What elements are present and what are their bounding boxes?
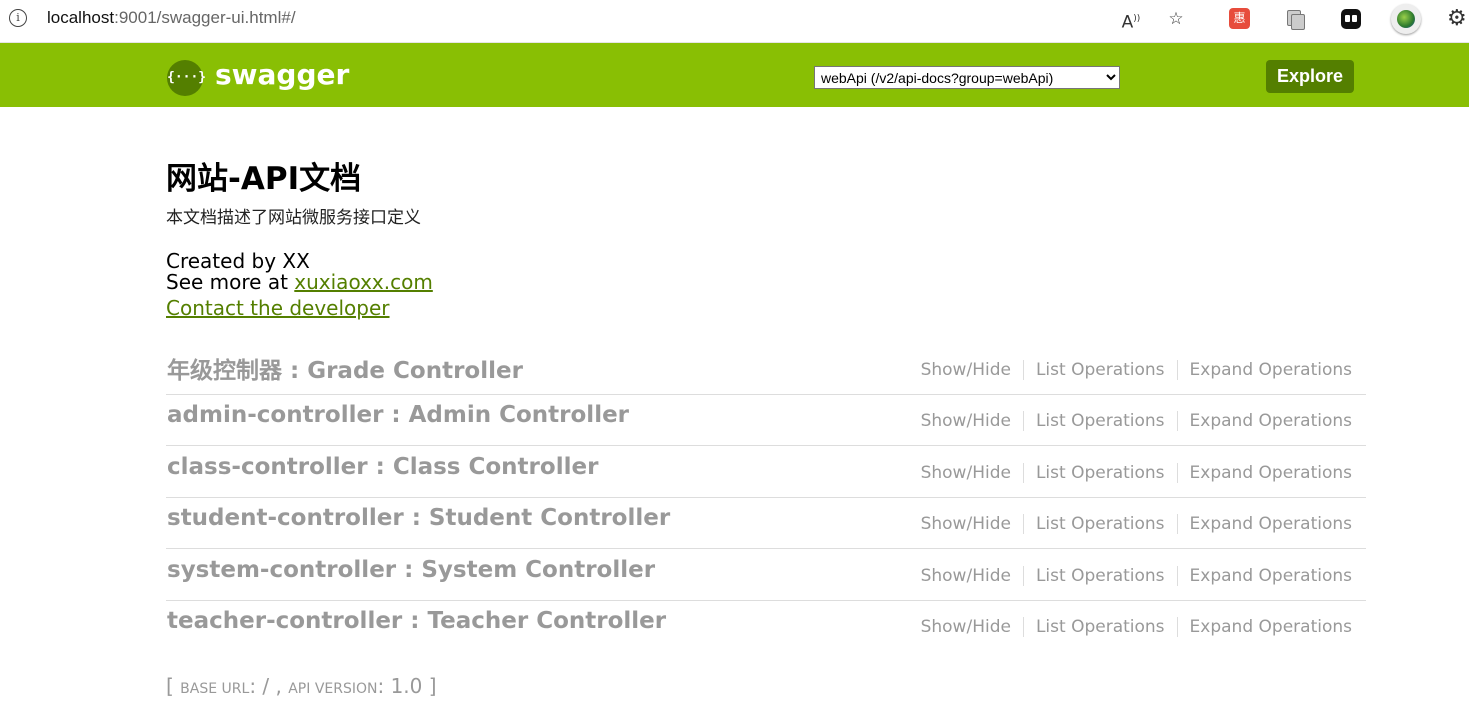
extension-dark-icon[interactable] <box>1341 9 1361 29</box>
swagger-header: {···} swagger webApi (/v2/api-docs?group… <box>0 43 1469 107</box>
resource-name[interactable]: 年级控制器 : Grade Controller <box>167 351 523 385</box>
resource-name[interactable]: teacher-controller : Teacher Controller <box>167 608 666 634</box>
resource-name[interactable]: admin-controller : Admin Controller <box>167 402 629 428</box>
swagger-logo-text[interactable]: swagger <box>215 58 349 91</box>
show-hide-link[interactable]: Show/Hide <box>909 463 1023 483</box>
api-version-label: API VERSION <box>288 681 378 697</box>
api-group-select[interactable]: webApi (/v2/api-docs?group=webApi) <box>814 66 1120 89</box>
expand-operations-link[interactable]: Expand Operations <box>1176 360 1352 380</box>
expand-operations-link[interactable]: Expand Operations <box>1176 566 1352 586</box>
show-hide-link[interactable]: Show/Hide <box>909 514 1023 534</box>
resource-teacher-controller: teacher-controller : Teacher Controller … <box>166 600 1366 651</box>
show-hide-link[interactable]: Show/Hide <box>909 617 1023 637</box>
expand-operations-link[interactable]: Expand Operations <box>1176 617 1352 637</box>
list-operations-link[interactable]: List Operations <box>1022 360 1177 380</box>
list-operations-link[interactable]: List Operations <box>1022 566 1177 586</box>
api-footer: [ BASE URL: / , API VERSION: 1.0 ] <box>166 674 437 698</box>
resource-operations: Show/Hide List Operations Expand Operati… <box>909 411 1352 431</box>
extensions-puzzle-icon[interactable]: ⚙ <box>1447 7 1467 31</box>
api-description: 本文档描述了网站微服务接口定义 <box>166 208 421 228</box>
api-version-value: : 1.0 <box>377 674 429 698</box>
swagger-logo-icon[interactable]: {···} <box>167 60 206 96</box>
explore-button[interactable]: Explore <box>1266 60 1354 93</box>
resource-operations: Show/Hide List Operations Expand Operati… <box>909 566 1352 586</box>
resource-operations: Show/Hide List Operations Expand Operati… <box>909 514 1352 534</box>
base-url-value: : / , <box>249 674 289 698</box>
resource-system-controller: system-controller : System Controller Sh… <box>166 549 1366 601</box>
show-hide-link[interactable]: Show/Hide <box>909 566 1023 586</box>
contact-developer-link[interactable]: Contact the developer <box>166 296 390 320</box>
resource-student-controller: student-controller : Student Controller … <box>166 497 1366 549</box>
show-hide-link[interactable]: Show/Hide <box>909 411 1023 431</box>
list-operations-link[interactable]: List Operations <box>1022 463 1177 483</box>
base-url-label: BASE URL <box>180 681 250 697</box>
resource-operations: Show/Hide List Operations Expand Operati… <box>909 463 1352 483</box>
list-operations-link[interactable]: List Operations <box>1022 514 1177 534</box>
expand-operations-link[interactable]: Expand Operations <box>1176 411 1352 431</box>
resource-name[interactable]: class-controller : Class Controller <box>167 454 598 480</box>
show-hide-link[interactable]: Show/Hide <box>909 360 1023 380</box>
resource-operations: Show/Hide List Operations Expand Operati… <box>909 617 1352 637</box>
url-path: :9001/swagger-ui.html#/ <box>114 8 296 27</box>
list-operations-link[interactable]: List Operations <box>1022 617 1177 637</box>
extension-red-icon[interactable]: 惠 <box>1229 8 1250 29</box>
site-info-icon[interactable]: i <box>9 9 27 27</box>
favorite-add-icon[interactable]: ☆ <box>1164 7 1188 31</box>
created-by: Created by XX <box>166 249 310 273</box>
resource-name[interactable]: student-controller : Student Controller <box>167 505 670 531</box>
resource-class-controller: class-controller : Class Controller Show… <box>166 446 1366 498</box>
resource-operations: Show/Hide List Operations Expand Operati… <box>909 360 1352 380</box>
api-title: 网站-API文档 <box>166 161 362 197</box>
api-info: Created by XX See more at xuxiaoxx.com <box>166 251 433 293</box>
browser-address-bar: i localhost:9001/swagger-ui.html#/ A)) ☆… <box>0 0 1469 43</box>
extension-copy-icon[interactable] <box>1285 9 1305 30</box>
expand-operations-link[interactable]: Expand Operations <box>1176 514 1352 534</box>
resource-name[interactable]: system-controller : System Controller <box>167 557 655 583</box>
read-aloud-icon[interactable]: A)) <box>1119 7 1143 33</box>
see-more-link[interactable]: xuxiaoxx.com <box>294 270 433 294</box>
url-host: localhost <box>47 8 115 27</box>
list-operations-link[interactable]: List Operations <box>1022 411 1177 431</box>
url-field[interactable]: localhost:9001/swagger-ui.html#/ <box>47 8 296 28</box>
resource-grade-controller: 年级控制器 : Grade Controller Show/Hide List … <box>166 343 1366 395</box>
footer-open-bracket: [ <box>166 674 181 698</box>
expand-operations-link[interactable]: Expand Operations <box>1176 463 1352 483</box>
resource-admin-controller: admin-controller : Admin Controller Show… <box>166 394 1366 446</box>
see-more: See more at xuxiaoxx.com <box>166 272 433 293</box>
extension-globe-icon[interactable] <box>1391 4 1421 34</box>
see-more-prefix: See more at <box>166 270 295 294</box>
footer-close-bracket: ] <box>428 674 437 698</box>
